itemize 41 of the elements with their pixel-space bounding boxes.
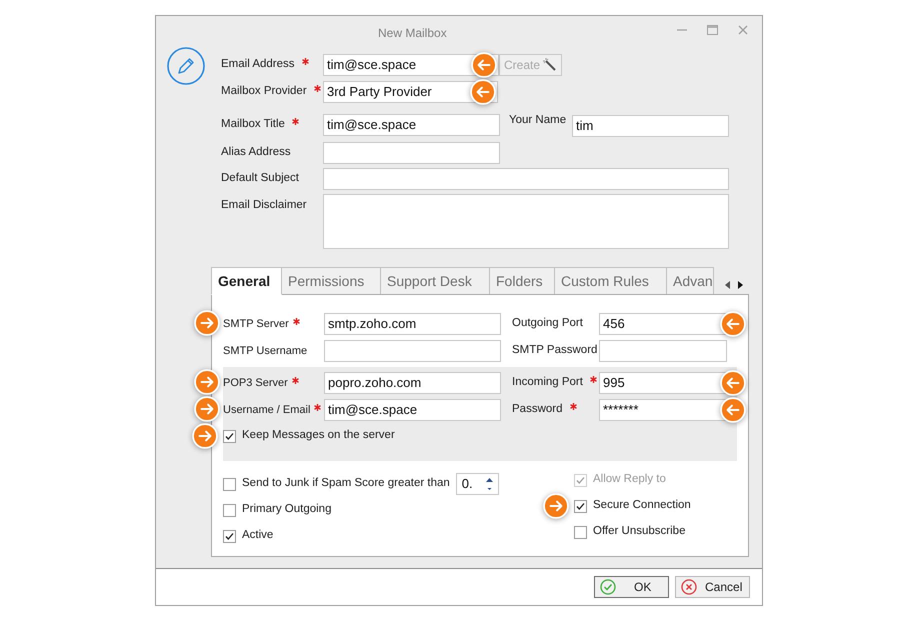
cancel-button[interactable]: Cancel <box>675 576 750 598</box>
field-label: SMTP Server <box>223 316 289 332</box>
checkbox-label: Primary Outgoing <box>242 502 332 518</box>
tab[interactable]: Custom Rules <box>554 267 667 295</box>
input-field[interactable]: tim <box>572 115 729 137</box>
checkbox-label: Keep Messages on the server <box>242 428 395 444</box>
field-label: Mailbox Title <box>221 116 285 132</box>
field-label: Password <box>512 402 562 418</box>
field-label: Outgoing Port <box>512 316 583 332</box>
checkbox-label: Send to Junk if Spam Score greater than <box>242 476 450 492</box>
window-title: New Mailbox <box>378 25 447 42</box>
tab[interactable]: Support Desk <box>380 267 490 295</box>
checkbox-label: Offer Unsubscribe <box>593 524 686 540</box>
field-label: Incoming Port <box>512 375 583 390</box>
checkbox-label: Allow Reply to <box>593 472 666 488</box>
input-field[interactable]: 995 <box>599 372 727 394</box>
field-label: SMTP Password <box>512 343 598 358</box>
field-label: Email Disclaimer <box>221 198 307 213</box>
input-field[interactable]: popro.zoho.com <box>324 372 501 394</box>
input-field[interactable]: smtp.zoho.com <box>324 313 501 335</box>
password-field[interactable]: ******* <box>599 399 727 421</box>
field-label: Alias Address <box>221 145 291 160</box>
tab[interactable]: Advan <box>666 267 714 295</box>
tab[interactable]: Permissions <box>281 267 381 295</box>
tab[interactable]: Folders <box>489 267 555 295</box>
field-label: Email Address <box>221 57 295 72</box>
field-label: Mailbox Provider <box>221 84 307 100</box>
input-field[interactable]: 456 <box>599 313 727 335</box>
field-label: SMTP Username <box>223 344 308 359</box>
tab[interactable]: General <box>211 267 282 295</box>
input-field[interactable]: tim@sce.space <box>324 399 501 421</box>
input-field[interactable]: tim@sce.space <box>323 114 500 136</box>
field-label: Your Name <box>509 113 568 128</box>
field-label: Username / Email <box>223 402 310 418</box>
checkbox-label: Secure Connection <box>593 498 691 514</box>
checkbox-label: Active <box>242 528 274 544</box>
field-label: POP3 Server <box>223 376 288 391</box>
field-label: Default Subject <box>221 171 299 186</box>
create-button: Create <box>499 54 562 76</box>
ok-button[interactable]: OK <box>594 576 669 598</box>
spin-box[interactable]: 0. <box>456 473 499 495</box>
